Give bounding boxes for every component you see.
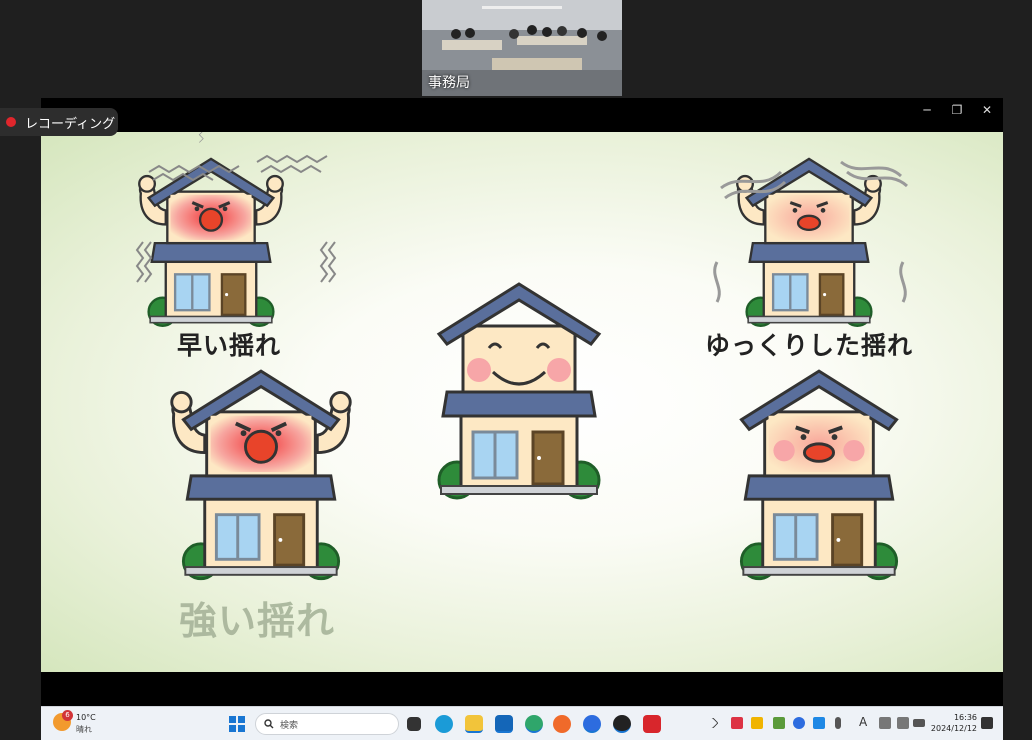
taskbar-search-box[interactable]: 検索: [255, 713, 399, 735]
tray-app-icon-4[interactable]: [793, 717, 805, 729]
tray-app-icon-2[interactable]: [751, 717, 763, 729]
chevron-up-icon[interactable]: [707, 717, 719, 729]
network-icon[interactable]: [879, 717, 891, 729]
zoom-icon[interactable]: [583, 715, 601, 733]
media-player-icon[interactable]: [613, 715, 631, 733]
participant-name: 事務局: [428, 75, 470, 91]
shared-screen-window: ─ ❐ ✕ 早い揺れ ゆっくりした揺れ 強い揺れ: [41, 98, 1003, 706]
weather-condition[interactable]: 晴れ: [76, 724, 92, 735]
weather-badge: 6: [62, 710, 73, 721]
windows-taskbar: 6 10°C 晴れ 検索 A 16:36 2024/12/12: [41, 706, 1003, 740]
teams-icon[interactable]: [435, 715, 453, 733]
desktop: 事務局 レコーディング ─ ❐ ✕ 早い揺れ ゆっくりした揺れ 強い揺れ 6 1…: [0, 0, 1032, 740]
tray-app-icon-3[interactable]: [773, 717, 785, 729]
presentation-slide: 早い揺れ ゆっくりした揺れ 強い揺れ: [41, 132, 1003, 672]
pen-icon[interactable]: [813, 717, 825, 729]
window-titlebar: ─ ❐ ✕: [41, 98, 1003, 122]
label-strong-shaking: 強い揺れ: [179, 599, 336, 643]
microphone-icon[interactable]: [835, 717, 841, 729]
search-icon: [264, 719, 274, 729]
minimize-button[interactable]: ─: [913, 100, 941, 120]
file-explorer-icon[interactable]: [465, 715, 483, 733]
clock-date: 2024/12/12: [930, 724, 977, 733]
battery-icon[interactable]: [913, 719, 925, 727]
label-fast-shaking: 早い揺れ: [177, 331, 282, 360]
record-dot-icon: [6, 117, 16, 127]
acrobat-icon[interactable]: [643, 715, 661, 733]
recording-label: レコーディング: [25, 116, 116, 132]
edge-icon[interactable]: [525, 715, 543, 733]
windows-start-icon[interactable]: [229, 716, 245, 732]
clock-time: 16:36: [953, 713, 977, 722]
weather-temperature[interactable]: 10°C: [76, 713, 96, 722]
speaker-muted-icon[interactable]: [897, 717, 909, 729]
recording-indicator[interactable]: レコーディング: [0, 108, 118, 136]
restore-button[interactable]: ❐: [943, 100, 971, 120]
ime-indicator[interactable]: A: [859, 715, 867, 729]
close-button[interactable]: ✕: [973, 100, 1001, 120]
label-slow-shaking: ゆっくりした揺れ: [705, 331, 914, 360]
search-placeholder: 検索: [280, 720, 299, 731]
task-view-icon[interactable]: [407, 717, 421, 731]
participant-video-tile[interactable]: 事務局: [422, 0, 622, 96]
outlook-icon[interactable]: [495, 715, 513, 733]
taskbar-clock[interactable]: 16:36 2024/12/12: [925, 712, 977, 734]
firefox-icon[interactable]: [553, 715, 571, 733]
tray-app-icon[interactable]: [731, 717, 743, 729]
notification-icon[interactable]: [981, 717, 993, 729]
